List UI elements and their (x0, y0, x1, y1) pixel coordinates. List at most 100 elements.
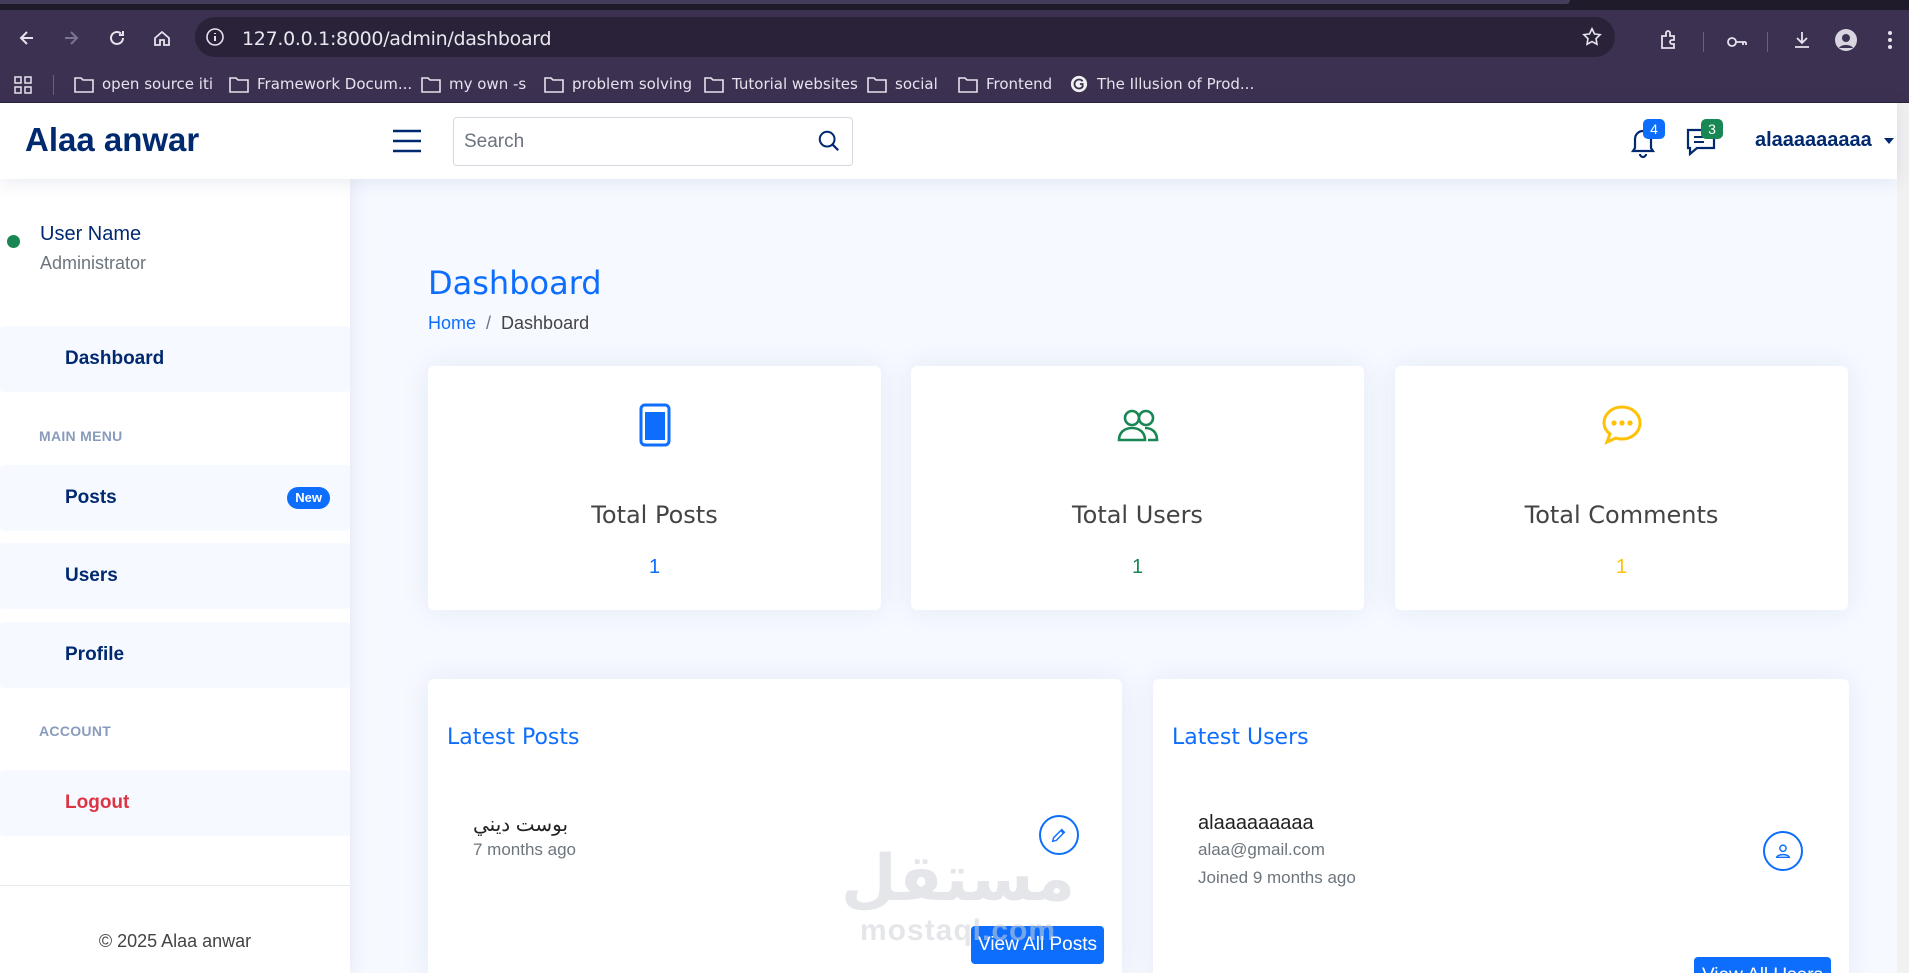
bookmark-item[interactable]: Frontend (958, 73, 1052, 95)
app-header: Alaa anwar 4 3 alaaaaaaaaa (0, 103, 1897, 179)
bookmark-item[interactable]: social (867, 73, 938, 95)
toolbar-divider (1767, 32, 1768, 52)
search-form (453, 117, 853, 166)
folder-icon (704, 77, 724, 93)
search-input[interactable] (454, 118, 794, 165)
search-button[interactable] (814, 128, 844, 156)
caret-down-icon (1883, 137, 1894, 144)
page-title: Dashboard (428, 264, 602, 302)
toolbar-divider (1703, 32, 1704, 52)
latest-users-panel: Latest Users alaaaaaaaaa alaa@gmail.com … (1153, 679, 1849, 973)
bookmark-label: The Illusion of Prod... (1097, 75, 1255, 93)
phone-icon (639, 403, 671, 447)
extensions-icon[interactable] (1657, 28, 1681, 52)
sidebar-heading-account: ACCOUNT (39, 723, 112, 739)
bookmark-label: problem solving (572, 75, 693, 93)
apps-grid-icon[interactable] (13, 75, 33, 95)
sidebar-item-label: Profile (65, 644, 125, 665)
user-email: alaa@gmail.com (1198, 840, 1325, 859)
browser-toolbar: 127.0.0.1:8000/admin/dashboard (0, 10, 1909, 65)
sidebar-item-logout[interactable]: Logout (0, 770, 350, 836)
view-user-button[interactable] (1763, 831, 1803, 871)
user-dropdown[interactable]: alaaaaaaaaa (1755, 129, 1894, 152)
bookmark-item[interactable]: Tutorial websites (704, 73, 858, 95)
bookmark-star-icon[interactable] (1581, 26, 1603, 48)
page-scrollbar[interactable] (1897, 103, 1909, 973)
profile-name: User Name (40, 223, 142, 245)
hamburger-menu-icon[interactable] (391, 127, 423, 155)
sidebar-divider (0, 885, 350, 886)
online-status-dot (7, 235, 20, 248)
folder-icon (958, 77, 978, 93)
post-time: 7 months ago (473, 840, 577, 859)
view-all-posts-button[interactable]: View All Posts (971, 926, 1104, 964)
sidebar-item-users[interactable]: Users (0, 543, 350, 609)
back-icon[interactable] (9, 20, 45, 56)
stat-label: Total Users (1072, 501, 1203, 529)
sidebar-item-dashboard[interactable]: Dashboard (0, 326, 350, 392)
reload-icon[interactable] (99, 20, 135, 56)
edit-post-button[interactable] (1039, 815, 1079, 855)
copyright-text: © 2025 Alaa anwar (98, 931, 252, 951)
forward-icon[interactable] (53, 20, 89, 56)
home-icon[interactable] (144, 20, 180, 56)
bookmark-label: Frontend (986, 75, 1053, 93)
sidebar-item-label: Dashboard (65, 348, 165, 369)
bookmark-label: Framework Docum... (257, 75, 413, 93)
bookmarks-divider (53, 75, 54, 95)
search-icon (818, 130, 840, 151)
user-name[interactable]: alaaaaaaaaa (1198, 812, 1314, 835)
bookmarks-bar: open source iti Framework Docum... my ow… (0, 65, 1909, 103)
breadcrumb-home-link[interactable]: Home (428, 313, 476, 334)
stat-value: 1 (1615, 556, 1628, 578)
view-all-users-button[interactable]: View All Users (1694, 957, 1831, 973)
user-joined: Joined 9 months ago (1198, 868, 1356, 887)
folder-icon (544, 77, 564, 93)
sidebar: User Name Administrator Dashboard MAIN M… (0, 179, 350, 973)
username-label: alaaaaaaaaa (1755, 129, 1872, 151)
bookmark-item[interactable]: The Illusion of Prod... (1069, 73, 1254, 95)
stat-card-users: Total Users 1 (911, 366, 1364, 610)
sidebar-item-label: Users (65, 565, 118, 586)
download-icon[interactable] (1790, 28, 1814, 52)
breadcrumb: Home / Dashboard (428, 313, 589, 334)
menu-kebab-icon[interactable] (1878, 28, 1902, 52)
bookmark-label: open source iti (102, 75, 213, 93)
bookmark-label: social (895, 75, 938, 93)
password-key-icon[interactable] (1725, 28, 1749, 52)
bookmark-item[interactable]: open source iti (74, 73, 213, 95)
pencil-icon (1051, 828, 1066, 843)
address-bar[interactable]: 127.0.0.1:8000/admin/dashboard (195, 17, 1615, 57)
bookmark-item[interactable]: problem solving (544, 73, 692, 95)
bookmark-item[interactable]: my own -s (421, 73, 526, 95)
stat-label: Total Posts (591, 501, 718, 529)
post-title[interactable]: بوست ديني (473, 812, 568, 837)
bookmark-label: Tutorial websites (732, 75, 858, 93)
url-text[interactable]: 127.0.0.1:8000/admin/dashboard (242, 28, 552, 50)
notifications-button[interactable]: 4 (1625, 119, 1665, 159)
profile-avatar-icon[interactable] (1834, 28, 1858, 52)
stat-value: 1 (648, 556, 661, 578)
panel-title: Latest Posts (447, 725, 580, 750)
stat-card-posts: Total Posts 1 (428, 366, 881, 610)
sidebar-heading-main-menu: MAIN MENU (39, 428, 123, 444)
latest-posts-panel: Latest Posts بوست ديني 7 months ago View… (428, 679, 1122, 973)
site-info-icon[interactable] (205, 27, 225, 47)
sidebar-item-profile[interactable]: Profile (0, 622, 350, 688)
brand-logo[interactable]: Alaa anwar (25, 121, 199, 159)
sidebar-item-posts[interactable]: Posts New (0, 465, 350, 531)
profile-role: Administrator (40, 253, 147, 273)
folder-icon (74, 77, 94, 93)
stat-label: Total Comments (1524, 501, 1719, 529)
folder-icon (421, 77, 441, 93)
folder-icon (867, 77, 887, 93)
chat-dots-icon (1602, 405, 1642, 445)
messages-badge: 3 (1701, 119, 1723, 139)
breadcrumb-separator: / (486, 313, 492, 333)
messages-button[interactable]: 3 (1683, 119, 1723, 159)
person-icon (1775, 844, 1791, 859)
bookmark-label: my own -s (449, 75, 527, 93)
sidebar-item-label: Posts (65, 487, 117, 508)
stat-card-comments: Total Comments 1 (1395, 366, 1848, 610)
bookmark-item[interactable]: Framework Docum... (229, 73, 412, 95)
